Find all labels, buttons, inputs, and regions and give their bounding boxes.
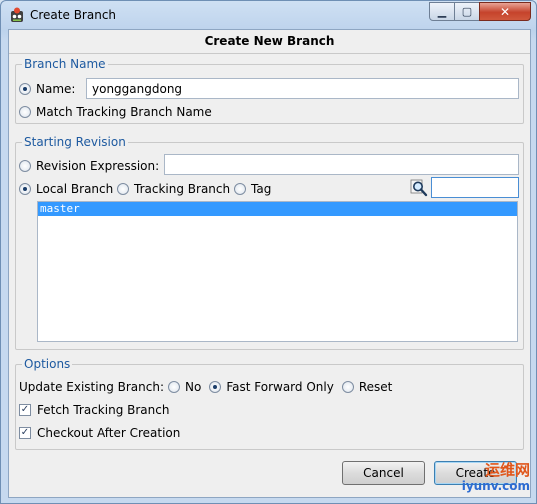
watermark-line-2: iyunv.com [461,479,530,493]
name-input[interactable] [86,78,519,99]
tag-radio[interactable] [234,183,246,195]
revision-expression-label: Revision Expression: [36,159,160,173]
name-radio[interactable] [19,83,31,95]
site-watermark: 运维网 iyunv.com [454,459,532,497]
update-reset-label: Reset [358,380,393,394]
dialog-window: Create Branch ▁ ▢ ✕ Create New Branch Br… [0,0,537,504]
branch-list[interactable]: master [37,201,518,342]
checkout-after-checkbox[interactable]: ✓ [19,427,31,439]
local-branch-option[interactable]: Local Branch [19,182,113,196]
heading-divider [9,53,530,54]
branch-name-legend: Branch Name [22,57,108,71]
match-tracking-option[interactable]: Match Tracking Branch Name [19,105,212,119]
revision-expression-input[interactable] [164,154,519,175]
options-legend: Options [22,357,73,371]
window-title: Create Branch [30,8,117,22]
update-no-radio[interactable] [168,381,180,393]
tracking-branch-label: Tracking Branch [134,182,231,196]
update-fast-forward-label: Fast Forward Only [226,380,334,394]
close-button[interactable]: ✕ [479,2,531,21]
tag-option[interactable]: Tag [234,182,271,196]
local-branch-radio[interactable] [19,183,31,195]
update-no-label: No [185,380,202,394]
tracking-branch-option[interactable]: Tracking Branch [117,182,230,196]
maximize-button[interactable]: ▢ [454,2,480,21]
dialog-body: Create New Branch Branch Name Name: Matc… [8,29,531,498]
update-existing-row: Update Existing Branch: No Fast Forward … [19,380,392,394]
revision-expression-option[interactable]: Revision Expression: [19,159,159,173]
fetch-tracking-label: Fetch Tracking Branch [37,403,170,417]
tag-label: Tag [251,182,272,196]
revision-expression-radio[interactable] [19,160,31,172]
minimize-button[interactable]: ▁ [429,2,455,21]
cancel-button[interactable]: Cancel [342,461,425,485]
update-reset-radio[interactable] [341,381,354,393]
search-icon[interactable] [410,179,428,197]
title-bar[interactable]: Create Branch ▁ ▢ ✕ [1,1,536,29]
update-existing-label: Update Existing Branch: [19,380,164,394]
fetch-tracking-checkbox[interactable]: ✓ [19,404,31,416]
branch-name-group: Branch Name Name: Match Tracking Branch … [15,57,524,124]
match-tracking-radio[interactable] [19,106,31,118]
checkout-after-option[interactable]: ✓ Checkout After Creation [19,426,180,440]
starting-revision-legend: Starting Revision [22,135,128,149]
list-item[interactable]: master [38,202,517,216]
match-tracking-label: Match Tracking Branch Name [36,105,212,119]
update-fast-forward-radio[interactable] [209,381,222,393]
name-label: Name: [36,82,76,96]
watermark-line-1: 运维网 [484,461,530,479]
checkout-after-label: Checkout After Creation [37,426,181,440]
local-branch-label: Local Branch [36,182,114,196]
branch-filter-input[interactable] [431,177,519,198]
fetch-tracking-option[interactable]: ✓ Fetch Tracking Branch [19,403,169,417]
dialog-heading: Create New Branch [204,34,335,48]
name-option[interactable]: Name: [19,82,75,96]
branch-app-icon [11,7,23,22]
options-group: Options Update Existing Branch: No Fast … [15,357,524,450]
tracking-branch-radio[interactable] [117,183,129,195]
